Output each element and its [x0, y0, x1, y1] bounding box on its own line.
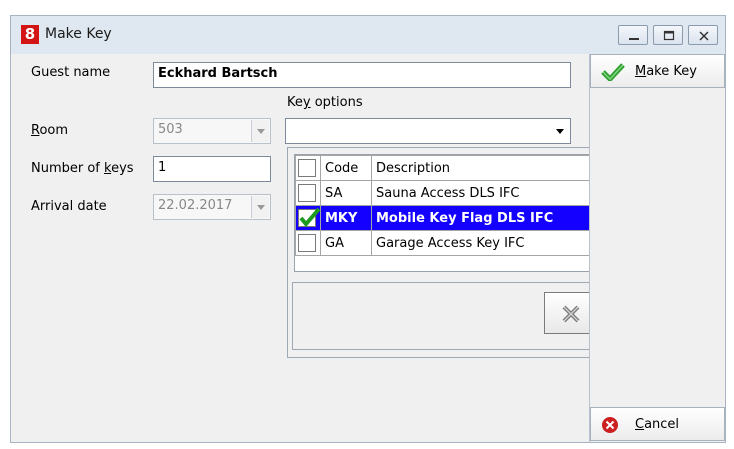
row-checkbox-cell[interactable] — [295, 205, 321, 231]
row-checkbox-checked[interactable] — [298, 207, 321, 227]
window-title: Make Key — [45, 26, 112, 42]
make-key-window: 8 Make Key Guest name Eckhard Bartsch Ke… — [10, 15, 726, 443]
row-code: GA — [320, 230, 372, 256]
cancel-label: Cancel — [635, 417, 680, 432]
app-icon: 8 — [21, 25, 39, 44]
form-area: Guest name Eckhard Bartsch Key options R… — [21, 59, 665, 431]
header-code[interactable]: Code — [320, 155, 372, 181]
make-key-label: Make Key — [635, 64, 697, 79]
close-x-icon — [562, 305, 580, 323]
maximize-button[interactable] — [653, 25, 683, 45]
checkmark-icon — [299, 207, 321, 227]
guest-name-input[interactable]: Eckhard Bartsch — [153, 62, 571, 88]
cancel-button[interactable]: Cancel — [590, 407, 725, 441]
row-code: MKY — [320, 205, 372, 231]
room-dropdown-button[interactable] — [251, 120, 269, 142]
make-key-button[interactable]: Make Key — [590, 54, 725, 88]
key-options-dropdown-button[interactable] — [551, 120, 569, 142]
chevron-down-icon — [257, 205, 265, 210]
minimize-button[interactable] — [618, 25, 648, 45]
arrival-date-dropdown-button[interactable] — [251, 196, 269, 218]
row-checkbox[interactable] — [298, 234, 316, 252]
chevron-down-icon — [556, 129, 564, 134]
key-options-select[interactable] — [285, 118, 571, 144]
arrival-date-label: Arrival date — [31, 199, 107, 214]
room-select[interactable]: 503 — [153, 118, 271, 144]
close-icon — [699, 31, 709, 41]
number-of-keys-label: Number of keys — [31, 161, 134, 176]
row-checkbox[interactable] — [298, 184, 316, 202]
key-options-label: Key options — [287, 95, 363, 110]
close-window-button[interactable] — [688, 25, 718, 45]
minimize-icon — [629, 38, 639, 40]
arrival-date-picker[interactable]: 22.02.2017 — [153, 194, 271, 220]
arrival-date-value: 22.02.2017 — [158, 198, 233, 213]
maximize-icon — [663, 30, 675, 41]
row-code: SA — [320, 180, 372, 206]
room-label: Room — [31, 123, 69, 138]
side-button-panel: Make Key Cancel — [589, 54, 725, 442]
cancel-icon — [602, 417, 618, 433]
room-value: 503 — [158, 122, 183, 137]
select-all-checkbox[interactable] — [298, 159, 316, 177]
row-checkbox-cell[interactable] — [295, 230, 321, 256]
title-bar[interactable]: 8 Make Key — [11, 16, 725, 54]
guest-name-label: Guest name — [31, 65, 111, 80]
checkmark-icon — [601, 63, 625, 81]
row-checkbox-cell[interactable] — [295, 180, 321, 206]
header-checkbox-cell[interactable] — [295, 155, 321, 181]
number-of-keys-input[interactable]: 1 — [153, 156, 271, 182]
chevron-down-icon — [257, 129, 265, 134]
